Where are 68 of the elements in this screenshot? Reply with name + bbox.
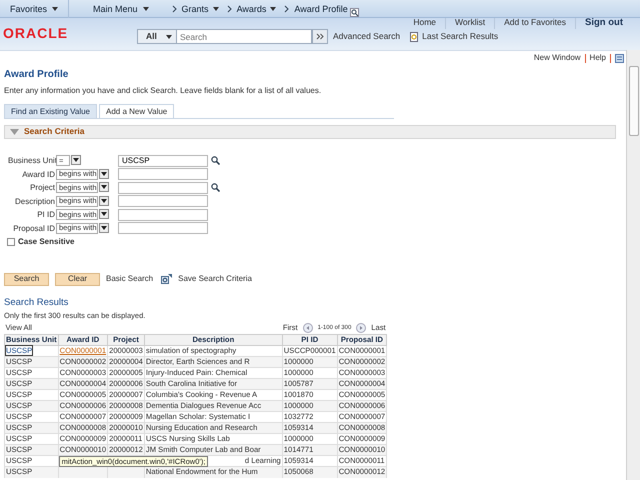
breadcrumb-link[interactable]: Awards (236, 4, 276, 14)
instructions-text: Enter any information you have and click Search. Leave fields blank for a list of all values. (4, 86, 322, 95)
header-link[interactable]: Worklist (445, 18, 494, 29)
previous-icon[interactable] (302, 323, 313, 334)
dropdown-button[interactable] (99, 209, 109, 220)
favorites-menu[interactable]: Favorites (10, 4, 58, 14)
text-field[interactable] (118, 222, 208, 234)
dropdown-button[interactable] (99, 222, 109, 233)
dropdown-button[interactable] (99, 168, 109, 179)
lookup-icon[interactable] (211, 156, 220, 165)
scrollbar-thumb[interactable] (629, 66, 639, 136)
advanced-search-link[interactable]: Advanced Search (333, 32, 400, 42)
save-search-icon[interactable] (161, 274, 172, 284)
page-title: Award Profile (4, 69, 70, 80)
caret-icon (270, 7, 276, 11)
text-field[interactable] (118, 168, 208, 180)
field-label: Description (14, 196, 56, 206)
checkbox[interactable] (7, 238, 15, 246)
tab[interactable]: Add a New Value (99, 104, 174, 118)
text-field[interactable] (118, 195, 208, 208)
text-field[interactable] (118, 182, 208, 194)
field-label: Proposal ID (12, 224, 56, 233)
caret-icon (142, 7, 149, 11)
chevron-icon (284, 5, 290, 13)
section-header[interactable]: Search Criteria (4, 124, 616, 139)
chevron-icon (226, 5, 232, 13)
chevron-icon (172, 5, 177, 13)
search-button[interactable]: Search (4, 272, 49, 286)
results-title: Search Results (4, 298, 70, 308)
section-title: Search Criteria (24, 126, 84, 137)
dropdown-button[interactable] (99, 196, 109, 206)
field-label: Project (29, 183, 56, 192)
basic-search-link[interactable]: Basic Search (106, 274, 154, 284)
search-page-icon[interactable] (350, 8, 359, 16)
caret-icon (166, 34, 172, 38)
header-link[interactable]: Add to Favorites (494, 18, 575, 29)
clear-button[interactable]: Clear (55, 272, 100, 286)
dropdown-button[interactable] (71, 155, 81, 166)
field-label: PI ID (36, 210, 56, 220)
caret-icon (52, 7, 58, 11)
search-scope-dropdown[interactable]: All (137, 29, 177, 44)
collapse-icon[interactable] (10, 128, 19, 135)
lookup-icon[interactable] (211, 182, 220, 192)
main-menu[interactable]: Main Menu (93, 4, 149, 14)
dropdown-button[interactable] (99, 182, 109, 192)
search-field[interactable]: Search (177, 29, 312, 44)
field-label: Award ID (21, 170, 56, 179)
breadcrumb-link[interactable]: Grants (182, 4, 219, 14)
scrollbar[interactable] (626, 50, 640, 480)
search-go-button[interactable] (312, 29, 328, 44)
field-label: Business Unit (8, 156, 56, 166)
page-link[interactable]: New Window (534, 53, 581, 63)
save-search-criteria-link[interactable]: Save Search Criteria (178, 274, 252, 284)
tab[interactable]: Find an Existing Value (4, 104, 98, 118)
last-search-results-link[interactable]: Last Search Results (422, 32, 498, 42)
caret-icon (212, 7, 219, 11)
logo: ORACLE (3, 25, 68, 42)
customize-page-icon[interactable] (615, 54, 624, 62)
header-link[interactable]: Home (404, 18, 446, 29)
header-link[interactable]: Sign out (575, 18, 632, 29)
document-search-icon (410, 32, 420, 42)
next-icon[interactable] (356, 323, 366, 334)
text-field[interactable]: USCSP (118, 154, 208, 167)
breadcrumb-link[interactable]: Award Profile (294, 4, 348, 14)
text-field[interactable] (118, 208, 208, 221)
page-link[interactable]: Help (590, 53, 606, 63)
double-chevron-icon (316, 33, 324, 40)
checkbox-label: Case Sensitive (18, 237, 74, 247)
